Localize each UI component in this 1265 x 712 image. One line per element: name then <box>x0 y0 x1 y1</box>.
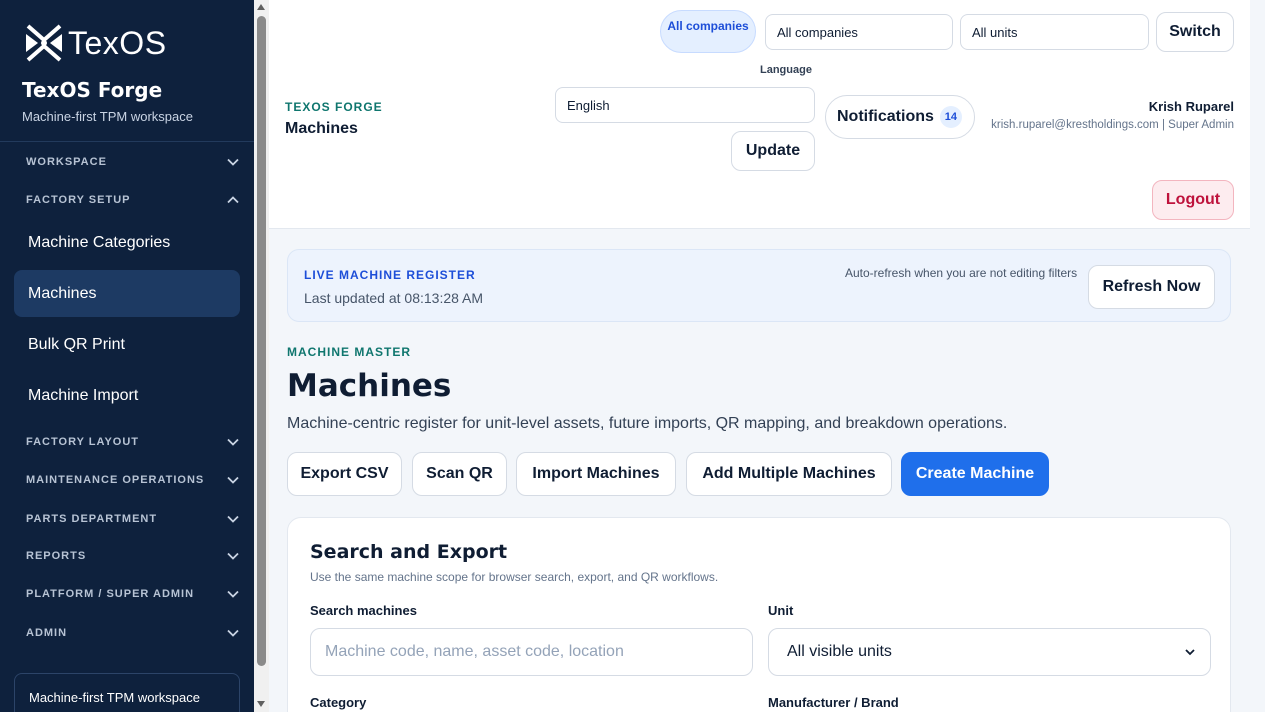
scroll-thumb[interactable] <box>257 16 266 666</box>
chevron-down-icon <box>227 476 239 484</box>
sidebar-item-machine-categories[interactable]: Machine Categories <box>14 219 240 266</box>
add-multiple-machines-button[interactable]: Add Multiple Machines <box>686 452 892 496</box>
brand-title: TexOS Forge <box>22 78 163 102</box>
auto-refresh-note: Auto-refresh when you are not editing fi… <box>845 266 1078 280</box>
section-eyebrow: MACHINE MASTER <box>287 345 411 359</box>
section-label: PARTS DEPARTMENT <box>26 513 158 525</box>
sidebar-section-platform-super-admin[interactable]: PLATFORM / SUPER ADMIN <box>26 584 240 604</box>
banner-eyebrow: LIVE MACHINE REGISTER <box>304 268 476 282</box>
section-label: REPORTS <box>26 550 87 562</box>
section-label: ADMIN <box>26 627 68 639</box>
sidebar: TexOS TexOS Forge Machine-first TPM work… <box>0 0 254 712</box>
card-subtitle: Use the same machine scope for browser s… <box>310 570 719 584</box>
logo[interactable]: TexOS <box>24 20 167 66</box>
manufacturer-label: Manufacturer / Brand <box>768 695 899 710</box>
sidebar-footer-text: Machine-first TPM workspace <box>29 690 200 705</box>
section-label: FACTORY LAYOUT <box>26 436 140 448</box>
sidebar-section-factory-layout[interactable]: FACTORY LAYOUT <box>26 432 240 452</box>
chevron-down-icon <box>227 158 239 166</box>
page-edge <box>1250 0 1265 712</box>
sidebar-section-parts-department[interactable]: PARTS DEPARTMENT <box>26 509 240 529</box>
brand-subtitle: Machine-first TPM workspace <box>22 109 193 124</box>
unit-label: Unit <box>768 603 794 618</box>
sidebar-item-machine-import[interactable]: Machine Import <box>14 372 240 419</box>
chevron-down-icon <box>227 590 239 598</box>
header-eyebrow: TEXOS FORGE <box>285 100 383 114</box>
language-label: Language <box>760 64 812 76</box>
create-machine-button[interactable]: Create Machine <box>901 452 1049 496</box>
user-email-role: krish.ruparel@krestholdings.com | Super … <box>991 119 1234 131</box>
texos-logo-icon <box>26 24 62 62</box>
scan-qr-button[interactable]: Scan QR <box>412 452 507 496</box>
export-csv-button[interactable]: Export CSV <box>287 452 402 496</box>
search-export-card: Search and Export Use the same machine s… <box>287 517 1231 712</box>
last-updated-text: Last updated at 08:13:28 AM <box>304 290 484 306</box>
category-label: Category <box>310 695 367 710</box>
section-label: FACTORY SETUP <box>26 194 131 206</box>
user-name: Krish Ruparel <box>1148 99 1234 114</box>
company-scope-pill[interactable]: All companies <box>660 10 756 53</box>
chevron-down-icon <box>1185 649 1195 656</box>
section-label: WORKSPACE <box>26 156 107 168</box>
unit-scope-select[interactable]: All units <box>960 14 1149 50</box>
language-select[interactable]: English <box>555 87 815 123</box>
unit-filter-select[interactable]: All visible units <box>768 628 1211 676</box>
header-title: Machines <box>285 120 358 137</box>
refresh-now-button[interactable]: Refresh Now <box>1088 265 1215 309</box>
chevron-down-icon <box>227 515 239 523</box>
section-label: MAINTENANCE OPERATIONS <box>26 474 205 486</box>
notifications-button[interactable]: Notifications 14 <box>825 95 975 139</box>
page-description: Machine-centric register for unit-level … <box>287 415 1008 432</box>
notifications-count-badge: 14 <box>939 106 962 128</box>
switch-button[interactable]: Switch <box>1156 12 1234 52</box>
chevron-down-icon <box>227 438 239 446</box>
card-title: Search and Export <box>310 541 508 563</box>
sidebar-item-bulk-qr-print[interactable]: Bulk QR Print <box>14 321 240 368</box>
sidebar-footer-card: Machine-first TPM workspace <box>14 673 240 712</box>
import-machines-button[interactable]: Import Machines <box>516 452 676 496</box>
logo-text: TexOS <box>68 24 167 61</box>
unit-filter-value: All visible units <box>787 643 892 660</box>
chevron-down-icon <box>227 629 239 637</box>
sidebar-section-maintenance-operations[interactable]: MAINTENANCE OPERATIONS <box>26 470 240 490</box>
scroll-up-arrow-icon[interactable] <box>257 4 265 10</box>
notifications-label: Notifications <box>837 108 934 125</box>
page-scrollbar[interactable] <box>254 0 269 712</box>
chevron-up-icon <box>227 196 239 204</box>
sidebar-section-admin[interactable]: ADMIN <box>26 623 240 643</box>
logout-button[interactable]: Logout <box>1152 180 1234 220</box>
sidebar-item-machines[interactable]: Machines <box>14 270 240 317</box>
sidebar-section-workspace[interactable]: WORKSPACE <box>26 152 240 172</box>
sidebar-divider <box>0 141 254 142</box>
update-language-button[interactable]: Update <box>731 131 815 171</box>
section-label: PLATFORM / SUPER ADMIN <box>26 588 195 600</box>
page-title: Machines <box>287 368 452 404</box>
sidebar-section-factory-setup[interactable]: FACTORY SETUP <box>26 190 240 210</box>
chevron-down-icon <box>227 552 239 560</box>
company-select[interactable]: All companies <box>765 14 953 50</box>
search-machines-input[interactable]: Machine code, name, asset code, location <box>310 628 753 676</box>
scroll-down-arrow-icon[interactable] <box>257 701 265 707</box>
search-label: Search machines <box>310 603 417 618</box>
sidebar-section-reports[interactable]: REPORTS <box>26 546 240 566</box>
